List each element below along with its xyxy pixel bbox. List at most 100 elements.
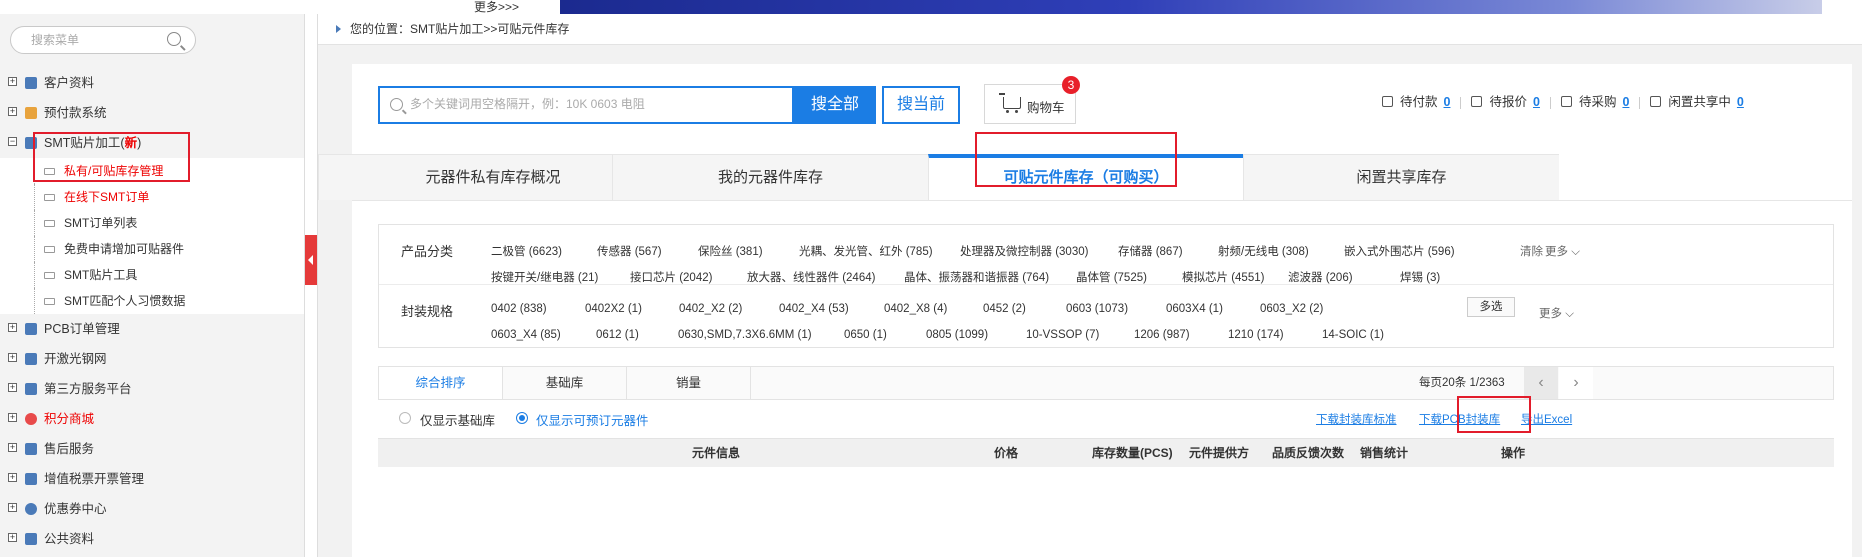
only-orderable-label[interactable]: 仅显示可预订元器件 xyxy=(536,410,649,429)
category-option[interactable]: 嵌入式外围芯片 (596) xyxy=(1344,243,1455,259)
sidebar-subitem-order-list[interactable]: SMT订单列表 xyxy=(0,210,304,236)
category-option[interactable]: 二极管 (6623) xyxy=(491,243,562,259)
pending-quote-count[interactable]: 0 xyxy=(1533,95,1540,109)
sidebar-item-prepay[interactable]: + 预付款系统 xyxy=(0,98,304,128)
expand-icon[interactable]: + xyxy=(8,533,17,542)
category-option[interactable]: 存储器 (867) xyxy=(1118,243,1183,259)
keyword-search-input[interactable] xyxy=(408,96,792,112)
category-option[interactable]: 晶体、振荡器和谐振器 (764) xyxy=(904,269,1049,285)
category-option[interactable]: 传感器 (567) xyxy=(597,243,662,259)
more-categories-link[interactable]: 更多 ⌵ xyxy=(1545,243,1580,259)
order-status-links: 待付款 0 待报价 0 待采购 0 闲置共享中 0 xyxy=(1382,92,1754,112)
expand-icon[interactable]: + xyxy=(8,323,17,332)
expand-icon[interactable]: + xyxy=(8,443,17,452)
package-option[interactable]: 1206 (987) xyxy=(1134,329,1190,341)
radio-only-basic[interactable] xyxy=(399,412,411,424)
sort-comprehensive[interactable]: 综合排序 xyxy=(379,367,503,399)
search-all-button[interactable]: 搜全部 xyxy=(794,86,876,124)
package-option[interactable]: 0402X2 (1) xyxy=(585,303,642,315)
breadcrumb: 您的位置：SMT贴片加工>>可贴元件库存 xyxy=(318,14,1862,45)
clear-filter-link[interactable]: 清除 xyxy=(1520,243,1543,259)
more-packages-link[interactable]: 更多 ⌵ xyxy=(1539,305,1574,321)
sidebar-item-invoice[interactable]: + 增值税票开票管理 xyxy=(0,464,304,494)
pending-payment-link[interactable]: 待付款 0 xyxy=(1382,92,1450,112)
download-package-standard-link[interactable]: 下载封装库标准 xyxy=(1316,411,1397,427)
sidebar-item-customer[interactable]: + 客户资料 xyxy=(0,68,304,98)
next-page-button[interactable]: › xyxy=(1559,367,1593,399)
sidebar-subitem-apply-parts[interactable]: 免费申请增加可贴器件 xyxy=(0,236,304,262)
pending-payment-count[interactable]: 0 xyxy=(1444,95,1451,109)
tab-my-inventory[interactable]: 我的元器件库存 xyxy=(612,154,928,200)
package-option[interactable]: 0402_X2 (2) xyxy=(679,303,742,315)
package-option[interactable]: 0612 (1) xyxy=(596,329,639,341)
sidebar-item-coupons[interactable]: + 优惠券中心 xyxy=(0,494,304,524)
sidebar-item-after-sales[interactable]: + 售后服务 xyxy=(0,434,304,464)
package-option[interactable]: 0630,SMD,7.3X6.6MM (1) xyxy=(678,329,812,341)
package-option[interactable]: 10-VSSOP (7) xyxy=(1026,329,1099,341)
package-option[interactable]: 0805 (1099) xyxy=(926,329,988,341)
package-option[interactable]: 1210 (174) xyxy=(1228,329,1284,341)
collapse-icon[interactable]: − xyxy=(8,137,17,146)
category-option[interactable]: 光耦、发光管、红外 (785) xyxy=(799,243,933,259)
sort-sales[interactable]: 销量 xyxy=(627,367,751,399)
sidebar-item-points-mall[interactable]: + 积分商城 xyxy=(0,404,304,434)
sidebar-subitem-place-order[interactable]: 在线下SMT订单 xyxy=(0,184,304,210)
category-option[interactable]: 接口芯片 (2042) xyxy=(630,269,712,285)
package-option[interactable]: 0402_X4 (53) xyxy=(779,303,849,315)
category-option[interactable]: 按键开关/继电器 (21) xyxy=(491,269,598,285)
prev-page-button[interactable]: ‹ xyxy=(1524,367,1558,399)
share-icon xyxy=(1650,96,1662,107)
search-icon[interactable] xyxy=(167,32,181,46)
pending-purchase-count[interactable]: 0 xyxy=(1622,95,1629,109)
sidebar-search-input[interactable] xyxy=(29,32,163,48)
category-option[interactable]: 晶体管 (7525) xyxy=(1076,269,1147,285)
multi-select-button[interactable]: 多选 xyxy=(1467,297,1515,317)
folder-icon xyxy=(25,533,37,545)
tab-idle-shared[interactable]: 闲置共享库存 xyxy=(1243,154,1559,200)
package-option[interactable]: 0402 (838) xyxy=(491,303,547,315)
category-option[interactable]: 焊锡 (3) xyxy=(1400,269,1440,285)
expand-icon[interactable]: + xyxy=(8,77,17,86)
package-option[interactable]: 0603_X4 (85) xyxy=(491,329,561,341)
only-basic-label[interactable]: 仅显示基础库 xyxy=(420,410,495,429)
pending-quote-link[interactable]: 待报价 0 xyxy=(1471,92,1540,112)
filter-divider xyxy=(379,284,1833,285)
radio-only-orderable[interactable] xyxy=(516,412,528,424)
package-option[interactable]: 0650 (1) xyxy=(844,329,887,341)
top-more-link[interactable]: 更多>>> xyxy=(474,0,519,15)
package-option[interactable]: 0452 (2) xyxy=(983,303,1026,315)
package-option[interactable]: 0603 (1073) xyxy=(1066,303,1128,315)
sidebar-subitem-label: SMT贴片工具 xyxy=(64,268,138,282)
sidebar-item-stencil[interactable]: + 开激光钢网 xyxy=(0,344,304,374)
cart-button[interactable]: 购物车 xyxy=(984,84,1076,124)
sidebar-collapse-button[interactable] xyxy=(305,235,317,285)
expand-icon[interactable]: + xyxy=(8,383,17,392)
expand-icon[interactable]: + xyxy=(8,353,17,362)
expand-icon[interactable]: + xyxy=(8,107,17,116)
category-option[interactable]: 模拟芯片 (4551) xyxy=(1182,269,1264,285)
clipboard-icon xyxy=(1560,96,1572,107)
package-option[interactable]: 0402_X8 (4) xyxy=(884,303,947,315)
package-option[interactable]: 0603X4 (1) xyxy=(1166,303,1223,315)
package-option[interactable]: 14-SOIC (1) xyxy=(1322,329,1384,341)
expand-icon[interactable]: + xyxy=(8,503,17,512)
package-option[interactable]: 0603_X2 (2) xyxy=(1260,303,1323,315)
category-option[interactable]: 射频/无线电 (308) xyxy=(1218,243,1309,259)
expand-icon[interactable]: + xyxy=(8,473,17,482)
sidebar-subitem-smt-tools[interactable]: SMT贴片工具 xyxy=(0,262,304,288)
expand-icon[interactable]: + xyxy=(8,413,17,422)
category-option[interactable]: 处理器及微控制器 (3030) xyxy=(960,243,1088,259)
sidebar-item-public[interactable]: + 公共资料 xyxy=(0,524,304,554)
sidebar-subitem-habit-data[interactable]: SMT匹配个人习惯数据 xyxy=(0,288,304,314)
col-part-info: 元件信息 xyxy=(692,446,741,460)
category-option[interactable]: 滤波器 (206) xyxy=(1288,269,1353,285)
category-option[interactable]: 放大器、线性器件 (2464) xyxy=(747,269,875,285)
sidebar-item-third-party[interactable]: + 第三方服务平台 xyxy=(0,374,304,404)
search-current-button[interactable]: 搜当前 xyxy=(882,86,960,124)
category-option[interactable]: 保险丝 (381) xyxy=(698,243,763,259)
sidebar-item-pcb[interactable]: + PCB订单管理 xyxy=(0,314,304,344)
idle-sharing-link[interactable]: 闲置共享中 0 xyxy=(1650,92,1744,112)
sort-basic-library[interactable]: 基础库 xyxy=(503,367,627,399)
idle-sharing-count[interactable]: 0 xyxy=(1737,95,1744,109)
pending-purchase-link[interactable]: 待采购 0 xyxy=(1560,92,1629,112)
